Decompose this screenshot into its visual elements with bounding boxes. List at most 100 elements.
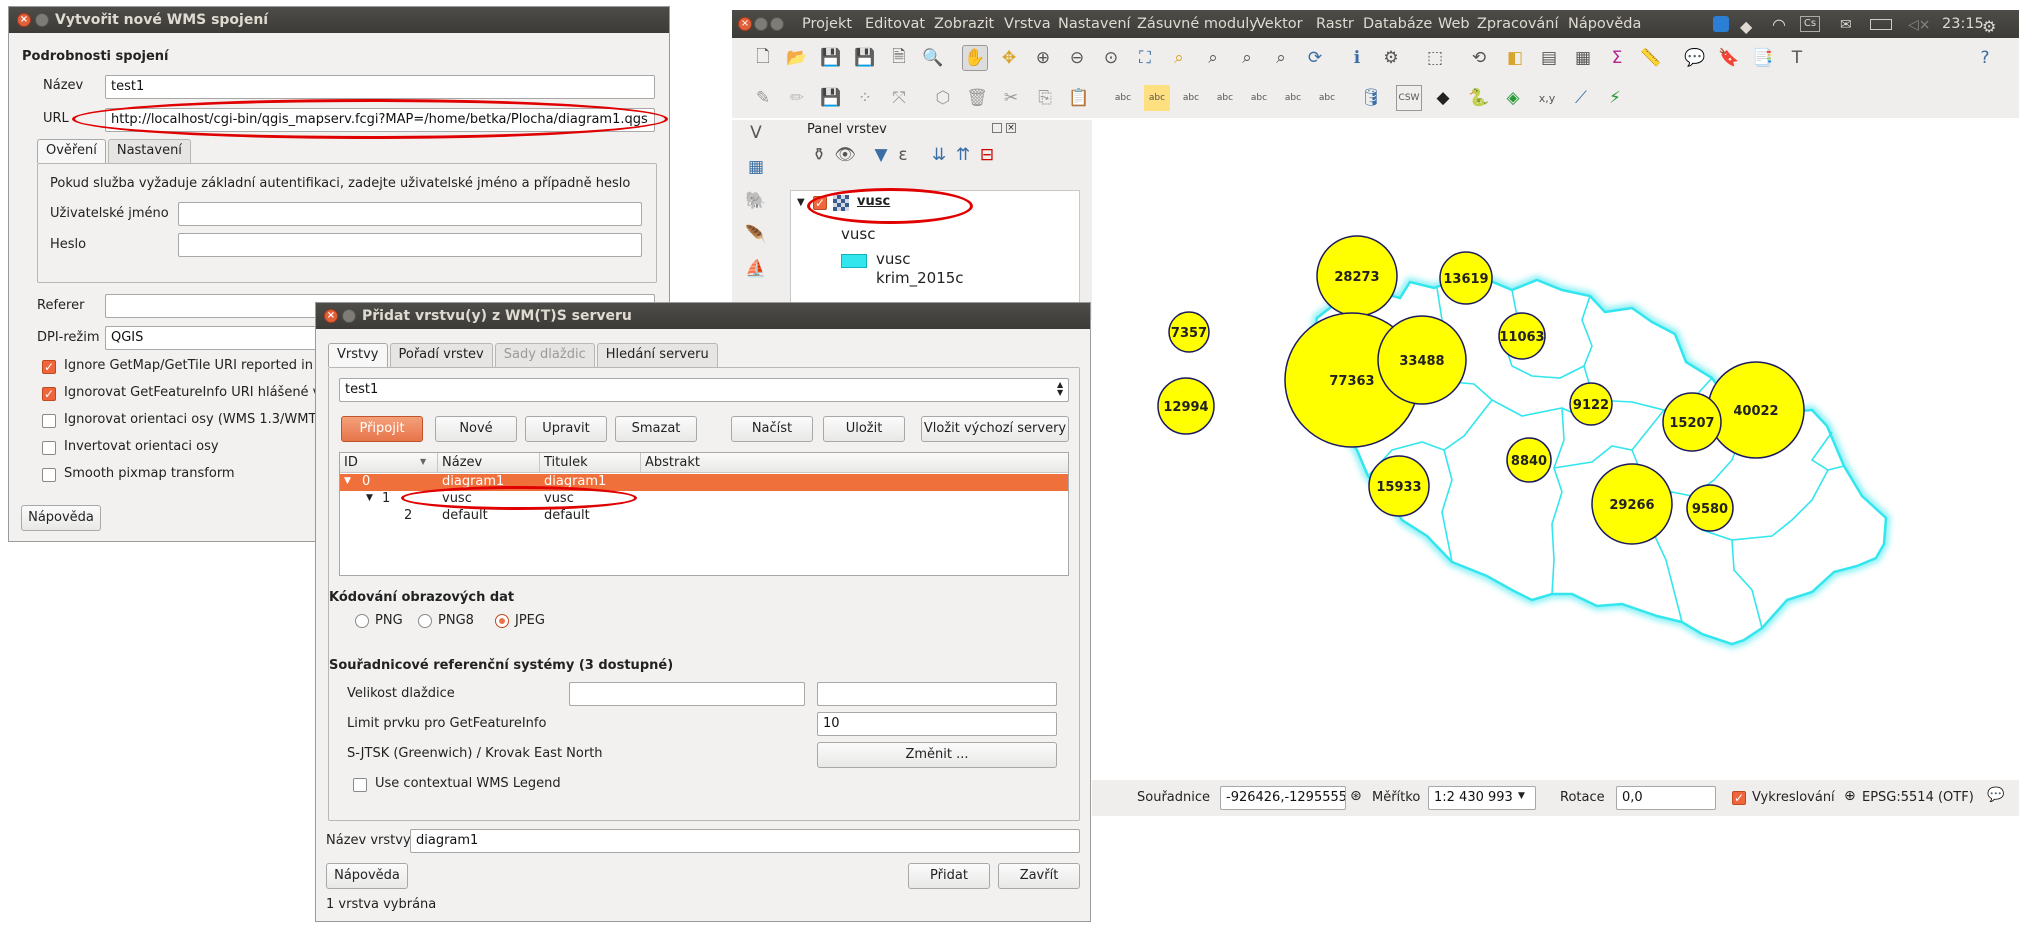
graph-icon[interactable]: ⟋: [1568, 85, 1594, 111]
identify-icon[interactable]: ℹ: [1344, 45, 1370, 71]
expand-arrow-icon[interactable]: ▼: [366, 493, 373, 503]
connection-select[interactable]: test1: [339, 378, 1069, 402]
messages-icon[interactable]: 💬: [1987, 787, 2004, 803]
encoding-radio-png8[interactable]: [418, 614, 432, 628]
column-header-abstract[interactable]: Abstrakt: [645, 455, 700, 470]
change-crs-button[interactable]: Změnit ...: [817, 742, 1057, 768]
save-as-icon[interactable]: 💾: [852, 45, 878, 71]
menu-projekt[interactable]: Projekt: [802, 10, 852, 38]
option-label-4[interactable]: Smooth pixmap transform: [64, 466, 235, 481]
save-edits-icon[interactable]: 💾: [818, 85, 844, 111]
minimize-dialog-button[interactable]: [342, 309, 356, 323]
geoprocessing-icon[interactable]: ◈: [1500, 85, 1526, 111]
tile-height-input[interactable]: [817, 682, 1057, 706]
menu-vrstva[interactable]: Vrstva: [1004, 10, 1051, 38]
zoom-native-icon[interactable]: ⊙: [1098, 45, 1124, 71]
wifi-icon[interactable]: ◠: [1772, 11, 1786, 39]
username-input[interactable]: [178, 202, 642, 226]
render-checkbox[interactable]: [1732, 791, 1746, 805]
copy-icon[interactable]: ⎘: [1032, 85, 1058, 111]
encoding-label-jpeg[interactable]: JPEG: [515, 613, 545, 628]
help-button[interactable]: Nápověda: [21, 505, 101, 531]
move-label-icon[interactable]: abc: [1246, 85, 1272, 111]
field-calculator-icon[interactable]: ▦: [1570, 45, 1596, 71]
text-annotation-icon[interactable]: T: [1784, 45, 1810, 71]
cut-icon[interactable]: ✂: [998, 85, 1024, 111]
node-tool-icon[interactable]: ⬡: [930, 85, 956, 111]
float-panel-icon[interactable]: [992, 123, 1002, 133]
tab-overeni[interactable]: Ověření: [37, 139, 106, 163]
crs-globe-icon[interactable]: ⊕: [1844, 788, 1856, 804]
pin-label-icon[interactable]: abc: [1178, 85, 1204, 111]
option-checkbox-0[interactable]: [42, 360, 56, 374]
filter-expression-icon[interactable]: ε: [890, 142, 916, 168]
encoding-label-png8[interactable]: PNG8: [438, 613, 474, 628]
measure-icon[interactable]: 📏: [1638, 45, 1664, 71]
coordinate-field[interactable]: -926426,-1295555: [1220, 786, 1346, 810]
close-window-button[interactable]: ×: [738, 17, 752, 31]
action-icon[interactable]: ⚙: [1378, 45, 1404, 71]
select-arrows-icon[interactable]: ▲ ▼: [1057, 381, 1063, 397]
menu-databaze[interactable]: Databáze: [1363, 10, 1432, 38]
name-input[interactable]: test1: [105, 75, 655, 99]
expand-arrow-icon[interactable]: ▼: [344, 476, 351, 486]
zoom-layer-icon[interactable]: ⌕: [1200, 45, 1226, 71]
option-checkbox-1[interactable]: [42, 387, 56, 401]
zoom-selection-icon[interactable]: ⌕: [1166, 45, 1192, 71]
wms-legend-label[interactable]: Use contextual WMS Legend: [375, 776, 561, 791]
option-label-0[interactable]: Ignore GetMap/GetTile URI reported in ca: [64, 358, 332, 373]
move-feature-icon[interactable]: ⤧: [886, 85, 912, 111]
encoding-radio-jpeg[interactable]: [495, 614, 509, 628]
option-label-3[interactable]: Invertovat orientaci osy: [64, 439, 219, 454]
manage-map-themes-icon[interactable]: 👁: [832, 142, 858, 168]
pan-to-selection-icon[interactable]: ✥: [996, 45, 1022, 71]
settings-gear-icon[interactable]: ⚙: [1982, 13, 1996, 41]
menu-napoveda[interactable]: Nápověda: [1568, 10, 1641, 38]
menu-zobrazit[interactable]: Zobrazit: [934, 10, 994, 38]
password-input[interactable]: [178, 233, 642, 257]
map-canvas[interactable]: 28273 13619 7357 11063 77363 33488 12994 9122 40…: [1092, 120, 2019, 780]
encoding-label-png[interactable]: PNG: [375, 613, 403, 628]
column-header-id[interactable]: ID: [344, 455, 358, 470]
open-layer-styling-icon[interactable]: ⚱: [806, 142, 832, 168]
crs-label[interactable]: EPSG:5514 (OTF): [1862, 790, 1974, 805]
save-project-icon[interactable]: 💾: [818, 45, 844, 71]
remove-layer-icon[interactable]: ⊟: [974, 142, 1000, 168]
menu-zpracovani[interactable]: Zpracování: [1477, 10, 1559, 38]
option-label-1[interactable]: Ignorovat GetFeatureInfo URI hlášené ve …: [64, 385, 339, 400]
layer-labeling-icon[interactable]: abc: [1144, 85, 1170, 111]
print-composer-icon[interactable]: 🗎: [886, 45, 912, 71]
feature-limit-input[interactable]: 10: [817, 712, 1057, 736]
add-spatialite-layer-icon[interactable]: 🪶: [743, 222, 769, 248]
menu-zasuvne-moduly[interactable]: Zásuvné moduly: [1137, 10, 1258, 38]
help-icon[interactable]: ?: [1972, 45, 1998, 71]
deselect-icon[interactable]: ⟲: [1466, 45, 1492, 71]
zoom-out-icon[interactable]: ⊖: [1064, 45, 1090, 71]
refresh-icon[interactable]: ⟳: [1302, 45, 1328, 71]
new-project-icon[interactable]: 🗋: [750, 45, 776, 71]
column-header-title[interactable]: Titulek: [544, 455, 588, 470]
delete-selected-icon[interactable]: 🗑: [964, 85, 990, 111]
toggle-editing-icon[interactable]: ✏: [784, 85, 810, 111]
tab-vrstvy[interactable]: Vrstvy: [328, 343, 388, 367]
coordinate-toggle-icon[interactable]: ⊛: [1350, 788, 1362, 804]
composer-manager-icon[interactable]: 🔍: [920, 45, 946, 71]
expand-arrow-icon[interactable]: ▼: [797, 197, 805, 208]
show-bookmarks-icon[interactable]: 📑: [1750, 45, 1776, 71]
new-bookmark-icon[interactable]: 🔖: [1716, 45, 1742, 71]
label-icon[interactable]: abc: [1110, 85, 1136, 111]
wms-legend-checkbox[interactable]: [353, 778, 367, 792]
table-row[interactable]: 2 default default: [340, 508, 1068, 525]
close-dialog-button[interactable]: ×: [324, 309, 338, 323]
rotation-field[interactable]: 0,0: [1616, 786, 1716, 810]
zoom-full-icon[interactable]: ⛶: [1132, 45, 1158, 71]
load-button[interactable]: Načíst: [731, 416, 813, 442]
encoding-radio-png[interactable]: [355, 614, 369, 628]
db-manager-icon[interactable]: 🛢: [1358, 85, 1384, 111]
keyboard-layout-icon[interactable]: Cs: [1800, 16, 1820, 32]
attribute-table-icon[interactable]: ▤: [1536, 45, 1562, 71]
close-dialog-button[interactable]: ×: [17, 13, 31, 27]
clock[interactable]: 23:15: [1942, 10, 1984, 38]
add-button[interactable]: Přidat: [908, 863, 990, 889]
connect-button[interactable]: Připojit: [341, 416, 423, 442]
